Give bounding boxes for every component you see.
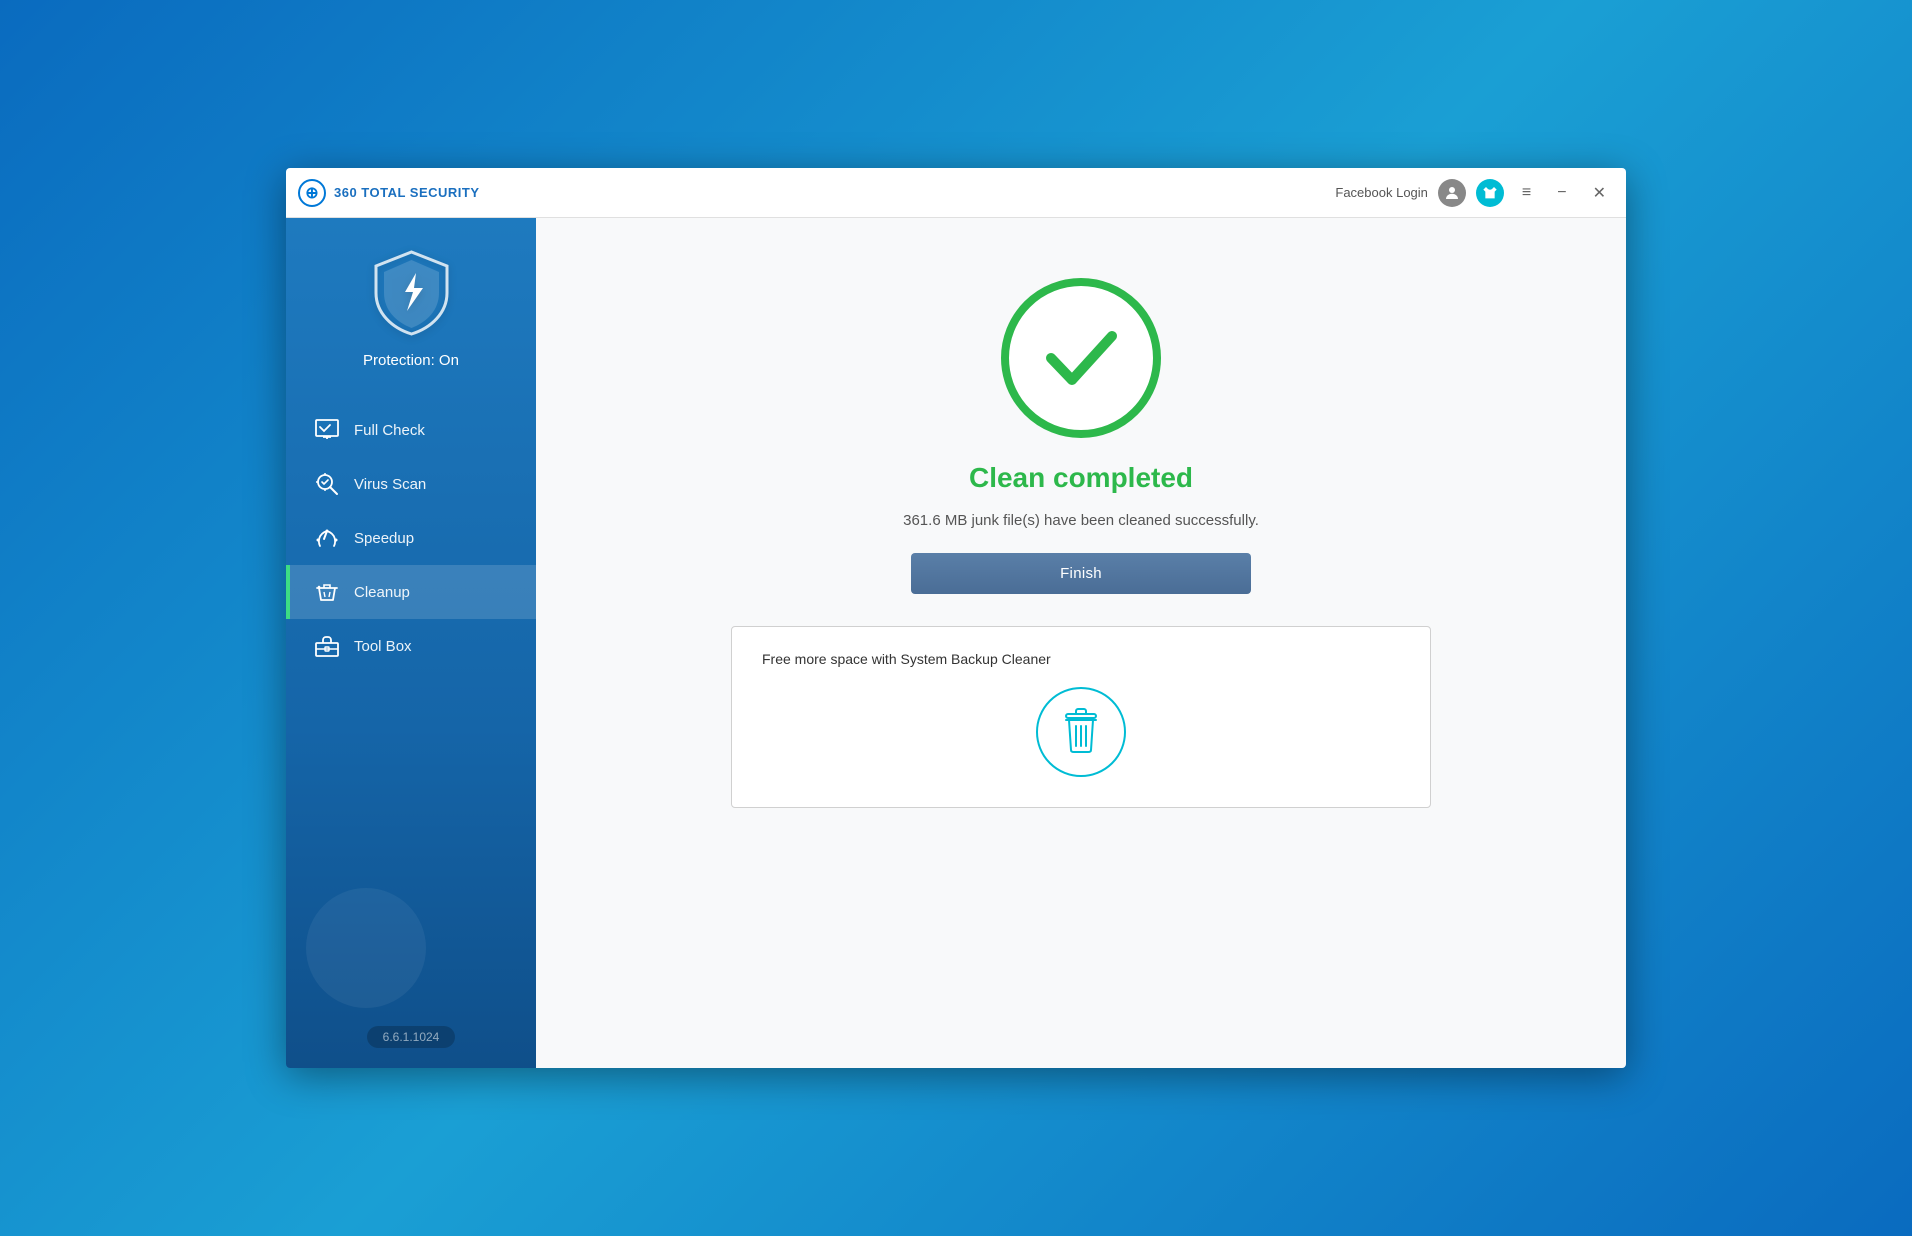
clean-completed-title: Clean completed xyxy=(969,462,1193,494)
virus-scan-icon xyxy=(314,471,340,497)
success-area: Clean completed 361.6 MB junk file(s) ha… xyxy=(731,278,1431,808)
cleanup-icon xyxy=(314,579,340,605)
shield-icon xyxy=(369,248,454,338)
app-title: 360 TOTAL SECURITY xyxy=(334,185,480,200)
sidebar-item-label-full-check: Full Check xyxy=(354,422,425,439)
facebook-login-label[interactable]: Facebook Login xyxy=(1335,185,1428,200)
sidebar-item-tool-box[interactable]: Tool Box xyxy=(286,619,536,673)
sidebar-item-speedup[interactable]: Speedup xyxy=(286,511,536,565)
shield-icon-wrap xyxy=(366,248,456,338)
app-logo: ⊕ 360 TOTAL SECURITY xyxy=(298,179,480,207)
content-panel: Clean completed 361.6 MB junk file(s) ha… xyxy=(536,218,1626,1068)
sidebar: Protection: On Full Check xyxy=(286,218,536,1068)
trash-icon xyxy=(1056,706,1106,758)
backup-card-title: Free more space with System Backup Clean… xyxy=(762,651,1051,667)
version-label: 6.6.1.1024 xyxy=(367,1026,456,1048)
sidebar-item-virus-scan[interactable]: Virus Scan xyxy=(286,457,536,511)
title-bar: ⊕ 360 TOTAL SECURITY Facebook Login ≡ − … xyxy=(286,168,1626,218)
close-button[interactable]: ✕ xyxy=(1585,179,1614,207)
title-bar-right: Facebook Login ≡ − ✕ xyxy=(1335,179,1614,207)
clean-subtitle: 361.6 MB junk file(s) have been cleaned … xyxy=(903,512,1259,529)
sidebar-item-label-tool-box: Tool Box xyxy=(354,638,412,655)
full-check-icon xyxy=(314,417,340,443)
trash-icon-circle[interactable] xyxy=(1036,687,1126,777)
title-bar-left: ⊕ 360 TOTAL SECURITY xyxy=(298,179,480,207)
checkmark-svg xyxy=(1036,318,1126,398)
app-window: ⊕ 360 TOTAL SECURITY Facebook Login ≡ − … xyxy=(286,168,1626,1068)
logo-icon: ⊕ xyxy=(298,179,326,207)
sidebar-item-label-virus-scan: Virus Scan xyxy=(354,476,426,493)
sidebar-logo-area: Protection: On xyxy=(286,218,536,393)
speedup-icon xyxy=(314,525,340,551)
main-content: Protection: On Full Check xyxy=(286,218,1626,1068)
user-avatar-icon[interactable] xyxy=(1438,179,1466,207)
shirt-icon[interactable] xyxy=(1476,179,1504,207)
menu-button[interactable]: ≡ xyxy=(1514,180,1539,206)
backup-card: Free more space with System Backup Clean… xyxy=(731,626,1431,808)
sidebar-item-cleanup[interactable]: Cleanup xyxy=(286,565,536,619)
finish-button[interactable]: Finish xyxy=(911,553,1251,594)
minimize-button[interactable]: − xyxy=(1549,180,1574,206)
sidebar-item-label-speedup: Speedup xyxy=(354,530,414,547)
sidebar-nav: Full Check Virus Scan xyxy=(286,403,536,673)
tool-box-icon xyxy=(314,633,340,659)
sidebar-item-label-cleanup: Cleanup xyxy=(354,584,410,601)
protection-label: Protection: On xyxy=(363,352,459,369)
checkmark-circle xyxy=(1001,278,1161,438)
sidebar-item-full-check[interactable]: Full Check xyxy=(286,403,536,457)
